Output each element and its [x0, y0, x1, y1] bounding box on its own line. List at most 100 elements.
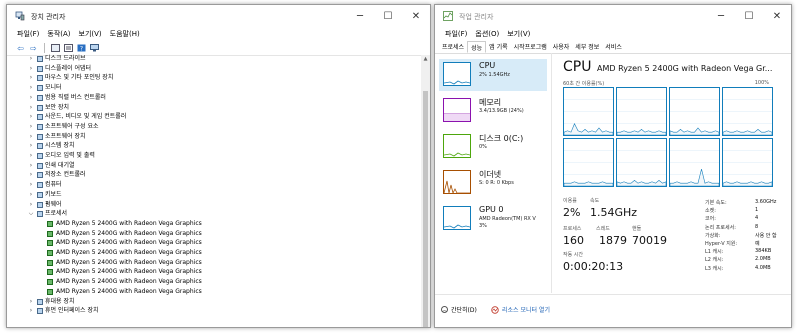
resource-usage: 0% [479, 144, 487, 150]
chevron-right-icon[interactable]: › [27, 113, 35, 121]
tree-item-label: AMD Ryzen 5 2400G with Radeon Vega Graph… [56, 268, 202, 276]
chevron-right-icon[interactable]: › [27, 191, 35, 199]
tree-item-label: 펌웨어 [45, 200, 62, 208]
logical-processor-graph [563, 138, 614, 187]
resource-usage: AMD Radeon(TM) RX V [479, 216, 536, 222]
scroll-thumb[interactable] [423, 91, 428, 327]
device-category-icon [37, 133, 43, 140]
processor-icon [47, 220, 53, 227]
tab-services[interactable]: 서비스 [602, 41, 625, 53]
resource-monitor-icon [491, 305, 499, 314]
spec-label: 코어: [705, 216, 716, 223]
tree-item-label: 저장소 컨트롤러 [45, 171, 86, 179]
tree-item-label: 키보드 [45, 190, 62, 198]
device-category-icon [37, 75, 43, 82]
properties-icon[interactable] [63, 43, 74, 53]
tab-users[interactable]: 사용자 [550, 41, 573, 53]
tab-app-history[interactable]: 앱 기록 [486, 41, 510, 53]
menu-file[interactable]: 파일(F) [441, 27, 471, 41]
resource-item[interactable]: 디스크 0(C:) 0% [439, 131, 547, 163]
spec-label: 소켓: [705, 208, 716, 215]
scroll-up-arrow[interactable]: ▲ [421, 55, 430, 64]
minimize-button[interactable]: ─ [346, 5, 374, 27]
device-category-icon [37, 104, 43, 111]
close-button[interactable]: ✕ [402, 5, 430, 27]
chevron-right-icon[interactable]: › [27, 171, 35, 179]
menu-action[interactable]: 동작(A) [43, 27, 74, 41]
resource-monitor-link[interactable]: 리소스 모니터 열기 [491, 305, 550, 314]
chevron-right-icon[interactable]: › [27, 84, 35, 92]
chevron-right-icon[interactable]: › [27, 55, 35, 63]
device-category-icon [37, 191, 43, 198]
maximize-button[interactable]: ☐ [374, 5, 402, 27]
processor-icon [47, 259, 53, 266]
logical-processor-graph [616, 138, 667, 187]
resource-item[interactable]: 이더넷 S: 0 R: 0 Kbps [439, 167, 547, 199]
detail-heading: CPU [563, 59, 592, 75]
chevron-right-icon[interactable]: › [27, 298, 35, 306]
tree-item-label: 인쇄 대기열 [45, 161, 75, 169]
tree-view-icon[interactable] [50, 43, 61, 53]
chevron-right-icon[interactable]: › [27, 201, 35, 209]
forward-icon[interactable]: ⇨ [28, 43, 39, 53]
spec-label: Hyper-V 지원: [705, 241, 738, 247]
chevron-right-icon[interactable]: › [27, 162, 35, 170]
spec-value: 3.60GHz [755, 199, 777, 205]
menu-options[interactable]: 옵션(O) [471, 27, 503, 41]
tree-item-label: AMD Ryzen 5 2400G with Radeon Vega Graph… [56, 287, 202, 295]
resource-usage: 2% 1.54GHz [479, 72, 510, 78]
help-icon[interactable]: ? [76, 43, 87, 53]
resource-name: 디스크 0(C:) [479, 134, 524, 143]
tab-processes[interactable]: 프로세스 [439, 41, 467, 53]
device-category-icon [37, 143, 43, 150]
logical-processor-graph [669, 138, 720, 187]
maximize-button[interactable]: ☐ [735, 5, 763, 27]
brief-view-button[interactable]: ︿ 간단히(D) [441, 305, 477, 314]
tab-performance[interactable]: 성능 [467, 41, 487, 53]
window-title: 장치 관리자 [31, 13, 66, 21]
resource-sparkline [443, 170, 471, 195]
processor-icon [47, 288, 53, 295]
resource-monitor-label: 리소스 모니터 열기 [502, 307, 550, 314]
chevron-right-icon[interactable]: › [27, 152, 35, 160]
chevron-right-icon[interactable]: › [27, 142, 35, 150]
close-button[interactable]: ✕ [763, 5, 791, 27]
menu-view[interactable]: 보기(V) [75, 27, 106, 41]
tree-item-label: 범용 직렬 버스 컨트롤러 [45, 93, 106, 101]
process-label: 프로세스 [563, 226, 582, 232]
device-category-icon [37, 85, 43, 92]
resource-item[interactable]: 메모리 3.4/13.9GB (24%) [439, 95, 547, 127]
tree-item-label: 디스크 드라이브 [45, 55, 86, 62]
resource-item[interactable]: GPU 0 AMD Radeon(TM) RX V 3% [439, 203, 547, 235]
device-category-icon [37, 153, 43, 159]
menu-view[interactable]: 보기(V) [503, 27, 534, 41]
vertical-scrollbar[interactable]: ▲ [421, 55, 430, 327]
chevron-right-icon[interactable]: › [27, 104, 35, 112]
monitor-icon[interactable] [89, 43, 100, 53]
device-category-icon [37, 182, 43, 189]
chevron-up-icon: ︿ [441, 306, 448, 313]
tab-startup[interactable]: 시작프로그램 [511, 41, 550, 53]
chevron-right-icon[interactable]: › [27, 94, 35, 102]
minimize-button[interactable]: ─ [707, 5, 735, 27]
svg-text:?: ? [80, 46, 83, 53]
back-icon[interactable]: ⇦ [15, 43, 26, 53]
tab-details[interactable]: 세부 정보 [572, 41, 602, 53]
tree-item-label: AMD Ryzen 5 2400G with Radeon Vega Graph… [56, 278, 202, 286]
device-category-icon [37, 211, 43, 218]
menu-file[interactable]: 파일(F) [13, 27, 43, 41]
chevron-right-icon[interactable]: › [27, 123, 35, 131]
toolbar-divider [44, 43, 45, 53]
menu-help[interactable]: 도움말(H) [106, 27, 144, 41]
footer: ︿ 간단히(D) 리소스 모니터 열기 [435, 294, 791, 327]
chevron-right-icon[interactable]: › [27, 65, 35, 73]
resource-item[interactable]: CPU 2% 1.54GHz [439, 59, 547, 91]
chevron-right-icon[interactable]: › [27, 133, 35, 141]
tree-item-label: 사운드, 비디오 및 게임 컨트롤러 [45, 113, 127, 121]
device-category-icon [37, 56, 43, 62]
resource-list: CPU 2% 1.54GHz 메모리 3.4/13.9GB (24%) 디스크 0(C:… [435, 53, 552, 293]
chevron-right-icon[interactable]: › [27, 307, 35, 315]
chevron-right-icon[interactable]: › [27, 181, 35, 189]
chevron-right-icon[interactable]: › [27, 74, 35, 82]
chevron-down-icon[interactable]: ⌵ [27, 210, 35, 218]
